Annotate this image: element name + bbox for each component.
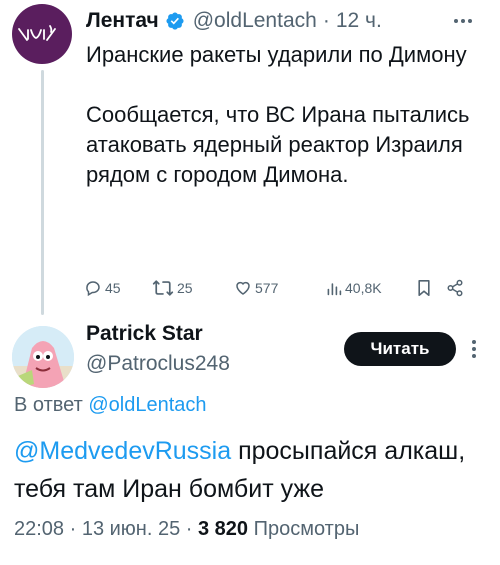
retweet-count: 25 bbox=[177, 280, 193, 296]
heart-icon bbox=[236, 281, 250, 295]
reply-context: В ответ @oldLentach bbox=[14, 394, 207, 417]
tweet1-text: Иранские ракеты ударили по Димону Сообща… bbox=[86, 40, 481, 190]
read-button[interactable]: Читать bbox=[344, 332, 456, 366]
share-icon bbox=[447, 279, 463, 297]
author-name[interactable]: Patrick Star bbox=[86, 322, 203, 346]
bookmark-icon bbox=[418, 280, 430, 296]
author-handle[interactable]: @oldLentach bbox=[193, 9, 317, 33]
tweet1-text-line1: Иранские ракеты ударили по Димону bbox=[86, 42, 467, 67]
tweet1-text-line2: Сообщается, что ВС Ирана пытались атаков… bbox=[86, 102, 470, 187]
verified-badge-icon bbox=[166, 12, 184, 30]
tweet2-text: @MedvedevRussia просыпайся алкаш, тебя т… bbox=[14, 432, 494, 508]
more-options-icon[interactable] bbox=[448, 10, 478, 32]
thread-line bbox=[41, 70, 44, 315]
reply-button[interactable]: 45 bbox=[84, 279, 152, 297]
avatar[interactable] bbox=[12, 326, 74, 388]
views-label: Просмотры bbox=[253, 518, 360, 540]
patrick-avatar-icon bbox=[12, 326, 74, 388]
shrug-logo-icon bbox=[18, 25, 56, 41]
retweet-icon bbox=[152, 280, 174, 296]
more-options-icon[interactable] bbox=[463, 337, 485, 361]
author-name[interactable]: Лентач bbox=[86, 9, 159, 33]
reply-to-link[interactable]: @oldLentach bbox=[88, 394, 206, 416]
reply-icon bbox=[86, 281, 100, 297]
tweet1-actions: 45 25 577 40,8K bbox=[84, 276, 484, 300]
separator-dot: · bbox=[322, 9, 330, 32]
timestamp[interactable]: 22:08 · 13 июн. 25 · bbox=[14, 518, 192, 540]
reply-prefix: В ответ bbox=[14, 394, 83, 416]
mention-link[interactable]: @MedvedevRussia bbox=[14, 437, 231, 465]
views-count: 40,8K bbox=[345, 280, 382, 296]
tweet2-meta: 22:08 · 13 июн. 25 · 3 820 Просмотры bbox=[14, 518, 359, 541]
analytics-icon bbox=[327, 283, 342, 296]
like-button[interactable]: 577 bbox=[234, 279, 326, 297]
bookmark-button[interactable] bbox=[416, 279, 446, 297]
views-count: 3 820 bbox=[197, 518, 249, 540]
author-handle[interactable]: @Patroclus248 bbox=[86, 352, 230, 376]
avatar[interactable] bbox=[12, 4, 72, 64]
tweet1-header: Лентач @oldLentach · 12 ч. bbox=[86, 6, 382, 36]
retweet-button[interactable]: 25 bbox=[152, 279, 234, 297]
share-button[interactable] bbox=[446, 279, 470, 297]
views-button[interactable]: 40,8K bbox=[326, 279, 416, 297]
timestamp[interactable]: 12 ч. bbox=[336, 9, 382, 33]
reply-count: 45 bbox=[105, 280, 121, 296]
like-count: 577 bbox=[255, 280, 279, 296]
